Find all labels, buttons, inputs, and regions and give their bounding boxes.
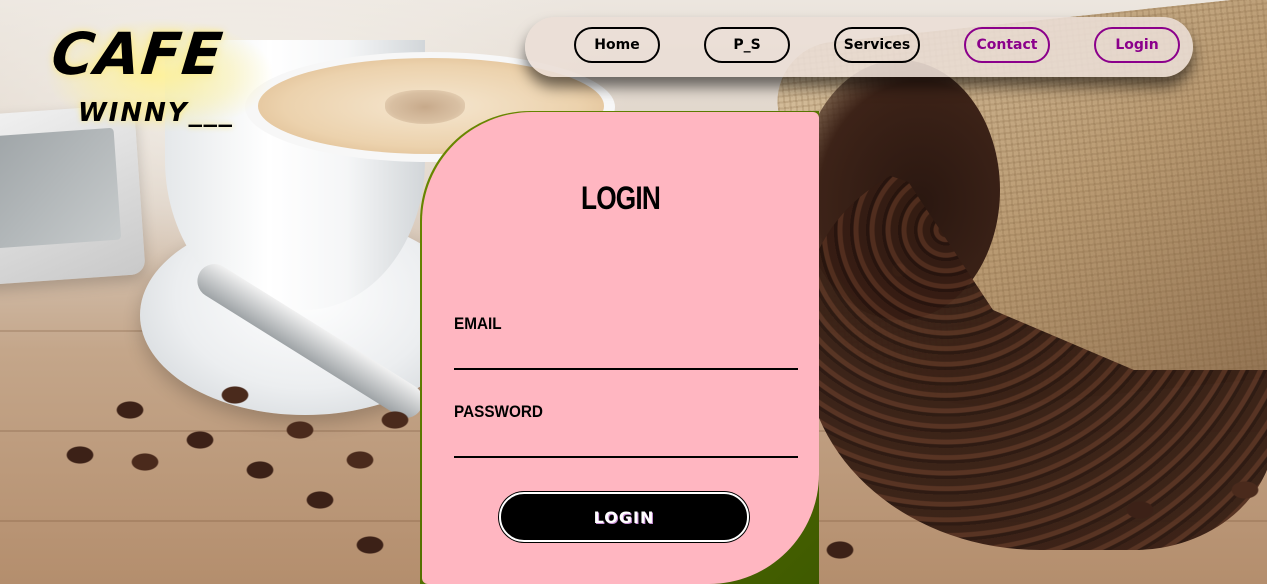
nav-contact-button[interactable]: Contact	[964, 27, 1050, 63]
email-field[interactable]	[454, 342, 798, 370]
password-field[interactable]	[454, 430, 798, 458]
logo-subtitle: WINNY___	[78, 98, 234, 128]
login-title: LOGIN	[580, 180, 661, 216]
login-submit-button[interactable]: LOGIN	[499, 492, 749, 542]
nav-services-button[interactable]: Services	[834, 27, 920, 63]
site-logo[interactable]: CAFE WINNY___	[40, 18, 280, 138]
nav-login-button[interactable]: Login	[1094, 27, 1180, 63]
logo-title: CAFE	[48, 20, 227, 88]
password-label: PASSWORD	[454, 402, 543, 421]
login-card: LOGIN EMAIL PASSWORD LOGIN	[422, 112, 819, 584]
email-label: EMAIL	[454, 314, 502, 333]
nav-ps-button[interactable]: P_S	[704, 27, 790, 63]
nav-home-button[interactable]: Home	[574, 27, 660, 63]
top-navbar: Home P_S Services Contact Login	[525, 17, 1193, 77]
